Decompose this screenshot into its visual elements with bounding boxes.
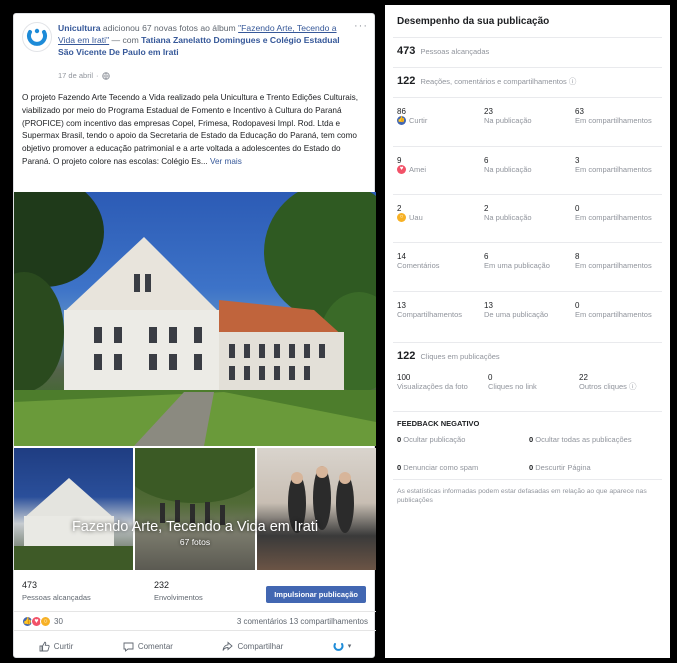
clicks-summary-value: 122 bbox=[397, 350, 416, 362]
like-icon: 👍 bbox=[397, 116, 406, 125]
post-meta: 17 de abril · bbox=[58, 71, 110, 80]
unicultura-logo-icon bbox=[27, 28, 47, 46]
post-header-text: Unicultura adicionou 67 novas fotos ao á… bbox=[58, 22, 354, 58]
insights-title: Desempenho da sua publicação bbox=[397, 16, 550, 27]
reach-summary-value: 473 bbox=[397, 45, 416, 57]
photo-views-cell: 100 Visualizações da foto bbox=[397, 373, 468, 391]
reaction-summary[interactable]: 👍 ♥ ○ 30 bbox=[22, 616, 63, 627]
globe-icon bbox=[101, 71, 110, 80]
clicks-summary-label: Cliques em publicações bbox=[420, 352, 500, 361]
comments-total-cell: 14 Comentários bbox=[397, 252, 440, 270]
reach-summary: 473 Pessoas alcançadas bbox=[397, 45, 489, 57]
comments-post-cell: 6 Em uma publicação bbox=[484, 252, 550, 270]
album-photo-1[interactable] bbox=[14, 448, 134, 570]
shares-shared-cell: 0 Em compartilhamentos bbox=[575, 301, 652, 319]
post-body-text: O projeto Fazendo Arte Tecendo a Vida re… bbox=[22, 93, 359, 166]
comment-icon bbox=[123, 642, 134, 652]
share-button[interactable]: Compartilhar bbox=[222, 641, 283, 652]
wow-reaction-icon: ○ bbox=[40, 616, 51, 627]
comments-shares-count[interactable]: 3 comentários 13 compartilhamentos bbox=[237, 617, 368, 626]
report-spam-stat: 0 Denunciar como spam bbox=[397, 463, 479, 472]
album-main-photo[interactable] bbox=[14, 192, 376, 446]
comment-label: Comentar bbox=[137, 641, 173, 651]
see-more-link[interactable]: Ver mais bbox=[210, 157, 242, 166]
love-post-cell: 6 Na publicação bbox=[484, 156, 532, 174]
shares-total-cell: 13 Compartilhamentos bbox=[397, 301, 463, 319]
album-photo-row bbox=[14, 448, 376, 570]
insights-footnote: As estatísticas informadas podem estar d… bbox=[397, 488, 647, 504]
share-icon bbox=[222, 641, 234, 651]
shares-post-cell: 13 De uma publicação bbox=[484, 301, 549, 319]
wow-post-cell: 2 Na publicação bbox=[484, 204, 532, 222]
engagement-stat: 232 Envolvimentos bbox=[154, 580, 203, 602]
reactions-summary-label: Reações, comentários e compartilhamentos bbox=[420, 77, 567, 86]
reactions-row: 👍 ♥ ○ 30 3 comentários 13 compartilhamen… bbox=[14, 613, 376, 631]
negative-feedback-title: FEEDBACK NEGATIVO bbox=[397, 419, 480, 428]
engagement-value: 232 bbox=[154, 580, 170, 590]
post-action-text: adicionou 67 novas fotos ao álbum bbox=[102, 23, 236, 33]
hide-all-posts-stat: 0 Ocultar todas as publicações bbox=[529, 435, 632, 444]
like-total-cell: 86 👍 Curtir bbox=[397, 107, 428, 125]
reactions-summary-value: 122 bbox=[397, 75, 416, 87]
post-stats-row: 473 Pessoas alcançadas 232 Envolvimentos… bbox=[14, 570, 376, 612]
clicks-summary: 122 Cliques em publicações bbox=[397, 350, 500, 362]
post-header: Unicultura adicionou 67 novas fotos ao á… bbox=[22, 20, 368, 84]
reach-summary-label: Pessoas alcançadas bbox=[420, 47, 490, 56]
link-clicks-cell: 0 Cliques no link bbox=[488, 373, 537, 391]
album-photo-2[interactable] bbox=[135, 448, 255, 570]
thumbs-up-icon bbox=[39, 641, 50, 651]
info-icon[interactable]: ⓘ bbox=[569, 77, 577, 86]
post-insights-panel: Desempenho da sua publicação 473 Pessoas… bbox=[385, 5, 670, 658]
like-post-cell: 23 Na publicação bbox=[484, 107, 532, 125]
comments-shared-cell: 8 Em compartilhamentos bbox=[575, 252, 652, 270]
reach-stat: 473 Pessoas alcançadas bbox=[22, 580, 91, 602]
reaction-count: 30 bbox=[54, 617, 63, 626]
wow-icon: ○ bbox=[397, 213, 406, 222]
like-button[interactable]: Curtir bbox=[39, 641, 74, 652]
post-action-bar: Curtir Comentar Compartilhar ▾ bbox=[14, 635, 376, 657]
comment-button[interactable]: Comentar bbox=[123, 641, 173, 652]
love-shared-cell: 3 Em compartilhamentos bbox=[575, 156, 652, 174]
facebook-post-card: Unicultura adicionou 67 novas fotos ao á… bbox=[13, 13, 376, 658]
unicultura-small-logo-icon bbox=[333, 642, 344, 651]
post-as-selector[interactable]: ▾ bbox=[333, 641, 352, 652]
other-clicks-cell: 22 Outros cliques ⓘ bbox=[579, 373, 637, 391]
info-icon[interactable]: ⓘ bbox=[629, 382, 637, 391]
like-shared-cell: 63 Em compartilhamentos bbox=[575, 107, 652, 125]
engagement-label: Envolvimentos bbox=[154, 593, 203, 602]
love-icon: ♥ bbox=[397, 165, 406, 174]
share-label: Compartilhar bbox=[237, 641, 284, 651]
post-text: O projeto Fazendo Arte Tecendo a Vida re… bbox=[22, 92, 368, 169]
love-total-cell: 9 ♥ Amei bbox=[397, 156, 427, 174]
wow-total-cell: 2 ○ Uau bbox=[397, 204, 423, 222]
boost-post-button[interactable]: Impulsionar publicação bbox=[266, 586, 366, 603]
more-options-icon[interactable]: ··· bbox=[354, 20, 368, 32]
wow-shared-cell: 0 Em compartilhamentos bbox=[575, 204, 652, 222]
page-avatar[interactable] bbox=[22, 22, 52, 52]
chevron-down-icon: ▾ bbox=[347, 643, 352, 650]
hide-post-stat: 0 Ocultar publicação bbox=[397, 435, 466, 444]
page-name-link[interactable]: Unicultura bbox=[58, 23, 101, 33]
school-building-photo bbox=[14, 192, 376, 446]
reach-label: Pessoas alcançadas bbox=[22, 593, 91, 602]
album-photo-3[interactable] bbox=[256, 448, 376, 570]
reactions-summary: 122 Reações, comentários e compartilhame… bbox=[397, 75, 576, 87]
like-label: Curtir bbox=[53, 641, 74, 651]
unlike-page-stat: 0 Descurtir Página bbox=[529, 463, 591, 472]
with-text: — com bbox=[111, 35, 139, 45]
post-date[interactable]: 17 de abril bbox=[58, 71, 93, 80]
reach-value: 473 bbox=[22, 580, 38, 590]
